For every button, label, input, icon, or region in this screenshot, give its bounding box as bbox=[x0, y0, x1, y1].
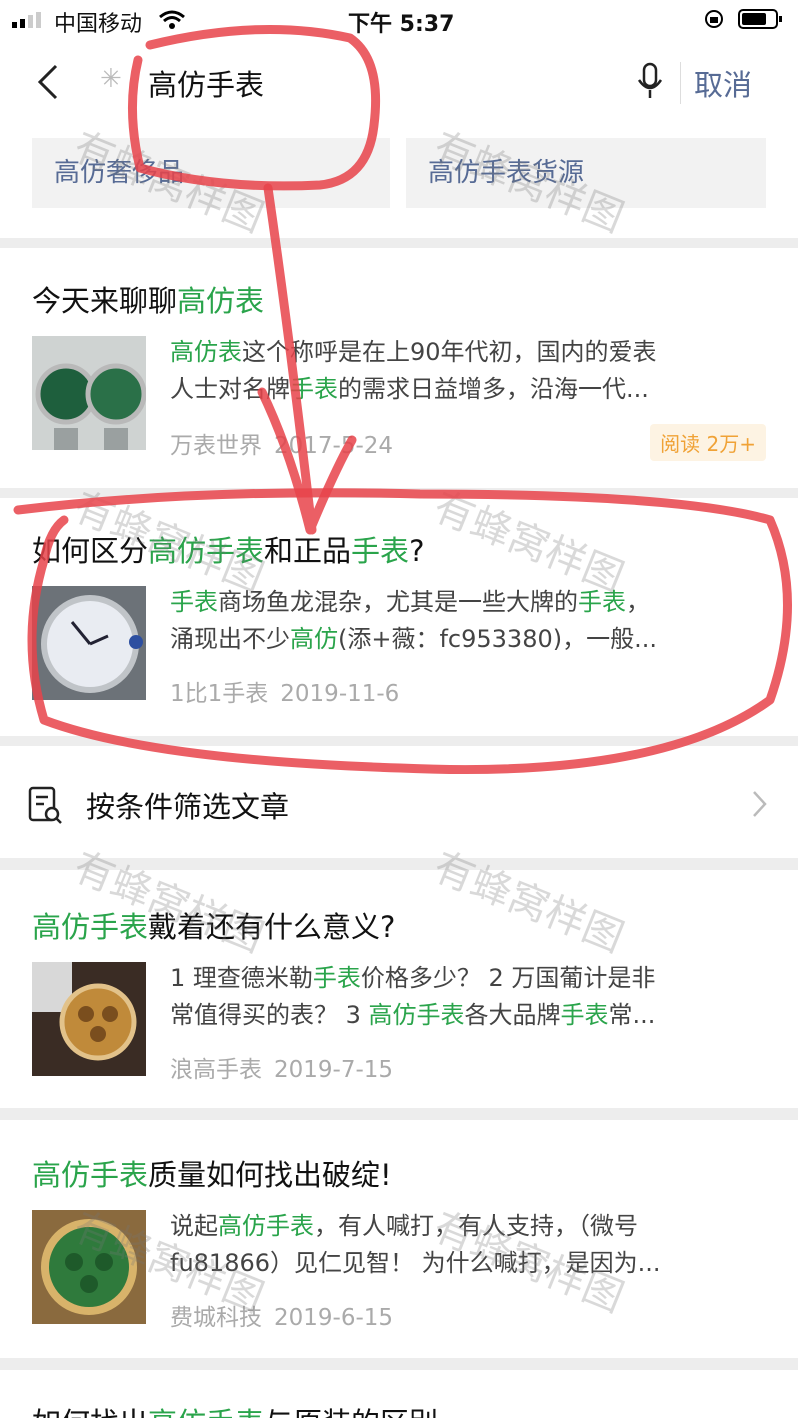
text-segment: 的需求日益增多，沿海一代... bbox=[338, 375, 649, 403]
highlighted-keyword: 手表 bbox=[578, 588, 626, 616]
highlighted-keyword: 高仿表 bbox=[170, 338, 242, 366]
back-arrow-icon[interactable] bbox=[34, 62, 62, 102]
text-segment: 商场鱼龙混杂，尤其是一些大牌的 bbox=[218, 588, 578, 616]
chevron-right-icon bbox=[753, 791, 767, 817]
battery-icon bbox=[738, 9, 782, 29]
article-snippet: 高仿表这个称呼是在上90年代初，国内的爱表人士对名牌手表的需求日益增多，沿海一代… bbox=[170, 334, 768, 408]
search-engine-icon: ✳ bbox=[100, 64, 122, 94]
highlighted-keyword: 高仿表 bbox=[177, 284, 265, 318]
highlighted-keyword: 手表 bbox=[312, 964, 361, 992]
filter-label: 按条件筛选文章 bbox=[86, 790, 290, 824]
article-snippet: 说起高仿手表，有人喊打，有人支持，（微号 fu81866）见仁见智！ 为什么喊打，… bbox=[170, 1208, 768, 1282]
carrier-name: 中国移动 bbox=[54, 12, 143, 37]
watch-image bbox=[32, 962, 146, 1076]
article-card[interactable]: 高仿手表质量如何找出破绽! 说起高仿手表，有人喊打，有人支持，（微号 fu8186… bbox=[0, 1120, 798, 1358]
text-segment: 常值得买的表？ 3 bbox=[170, 1001, 369, 1029]
article-source: 浪高手表 bbox=[170, 1057, 262, 1083]
article-card[interactable]: 如何区分高仿手表和正品手表? 手表商场鱼龙混杂，尤其是一些大牌的手表， 涌现出不少… bbox=[0, 498, 798, 736]
article-title: 如何区分高仿手表和正品手表? bbox=[32, 528, 424, 570]
text-segment: 价格多少？ 2 万国葡计是非 bbox=[360, 964, 656, 992]
highlighted-keyword: 手表 bbox=[170, 588, 218, 616]
article-date: 2019-6-15 bbox=[274, 1305, 394, 1331]
article-thumbnail bbox=[32, 962, 146, 1076]
text-segment: 如何找出 bbox=[32, 1406, 148, 1418]
rotation-lock-icon bbox=[704, 10, 723, 28]
text-segment: 各大品牌 bbox=[464, 1001, 561, 1029]
highlighted-keyword: 高仿手表 bbox=[368, 1001, 465, 1029]
watch-image bbox=[32, 1210, 146, 1324]
highlighted-keyword: 高仿手表 bbox=[148, 534, 265, 568]
wifi-icon bbox=[159, 10, 185, 29]
status-right bbox=[703, 8, 784, 30]
article-thumbnail bbox=[32, 586, 146, 700]
watch-image bbox=[32, 336, 146, 450]
article-date: 2019-11-6 bbox=[280, 681, 400, 707]
microphone-icon[interactable] bbox=[636, 62, 664, 102]
article-date: 2019-7-15 bbox=[274, 1057, 394, 1083]
article-snippet: 1 理查德米勒手表价格多少？ 2 万国葡计是非 常值得买的表？ 3 高仿手表各大品… bbox=[170, 960, 768, 1034]
text-segment: ，有人喊打，有人支持，（微号 bbox=[314, 1212, 638, 1240]
text-segment: 与原装的区别 bbox=[264, 1406, 438, 1418]
suggestion-chip[interactable]: 高仿奢侈品 bbox=[32, 138, 390, 208]
suggestion-chip[interactable]: 高仿手表货源 bbox=[406, 138, 766, 208]
related-searches: 高仿奢侈品 高仿手表货源 bbox=[0, 126, 798, 238]
article-thumbnail bbox=[32, 336, 146, 450]
read-count-badge: 阅读 2万+ bbox=[650, 424, 766, 461]
text-segment: 涌现出不少 bbox=[170, 625, 290, 653]
article-thumbnail bbox=[32, 1210, 146, 1324]
article-source: 费城科技 bbox=[170, 1305, 262, 1331]
article-source: 1比1手表 bbox=[170, 681, 269, 707]
article-snippet: 手表商场鱼龙混杂，尤其是一些大牌的手表， 涌现出不少高仿(添+薇：fc953380… bbox=[170, 584, 768, 658]
text-segment: 这个称呼是在上90年代初，国内的爱表 bbox=[242, 338, 657, 366]
article-title: 高仿手表戴着还有什么意义? bbox=[32, 904, 395, 946]
article-meta: 1比1手表 2019-11-6 bbox=[170, 674, 399, 708]
cancel-button[interactable]: 取消 bbox=[694, 62, 752, 104]
text-segment: fu81866）见仁见智！ 为什么喊打，是因为... bbox=[170, 1249, 661, 1277]
status-bar: 中国移动 下午 5:37 bbox=[0, 0, 798, 40]
signal-icon bbox=[12, 12, 41, 28]
text-segment: 说起 bbox=[170, 1212, 218, 1240]
article-card[interactable]: 今天来聊聊高仿表 高仿表这个称呼是在上90年代初，国内的爱表 人士对名牌手表的需求… bbox=[0, 248, 798, 488]
search-input[interactable]: 高仿手表 bbox=[148, 62, 264, 104]
highlighted-keyword: 高仿手表 bbox=[32, 1158, 149, 1192]
article-source: 万表世界 bbox=[170, 433, 262, 459]
article-date: 2017-5-24 bbox=[274, 433, 394, 459]
search-bar: ✳ 高仿手表 取消 bbox=[0, 40, 798, 127]
highlighted-keyword: 高仿手表 bbox=[218, 1212, 314, 1240]
article-title: 如何找出高仿手表与原装的区别 bbox=[32, 1400, 438, 1418]
highlighted-keyword: 手表 bbox=[351, 534, 410, 568]
filter-articles-row[interactable]: 按条件筛选文章 bbox=[0, 746, 798, 858]
text-segment: 今天来聊聊 bbox=[32, 284, 178, 318]
text-segment: 和正品 bbox=[264, 534, 352, 568]
highlighted-keyword: 高仿手表 bbox=[32, 910, 149, 944]
highlighted-keyword: 高仿 bbox=[290, 625, 338, 653]
status-time: 下午 5:37 bbox=[348, 12, 455, 37]
text-segment: 常... bbox=[608, 1001, 656, 1029]
article-title: 高仿手表质量如何找出破绽! bbox=[32, 1152, 392, 1194]
text-segment: 如何区分 bbox=[32, 534, 149, 568]
highlighted-keyword: 高仿手表 bbox=[148, 1406, 264, 1418]
article-meta: 万表世界 2017-5-24 bbox=[170, 426, 393, 460]
highlighted-keyword: 手表 bbox=[290, 375, 338, 403]
watch-image bbox=[32, 586, 146, 700]
article-card[interactable]: 高仿手表戴着还有什么意义? 1 理查德米勒手表价格多少？ 2 万国葡计是非 常值得… bbox=[0, 870, 798, 1108]
text-segment: (添+薇：fc953380)，一般... bbox=[338, 625, 657, 653]
divider bbox=[680, 62, 681, 104]
text-segment: ? bbox=[409, 534, 425, 568]
text-segment: 1 理查德米勒 bbox=[170, 964, 313, 992]
filter-document-icon bbox=[28, 786, 62, 824]
article-card[interactable]: 如何找出高仿手表与原装的区别 bbox=[0, 1370, 798, 1418]
text-segment: 质量如何找出破绽! bbox=[148, 1158, 392, 1192]
text-segment: 人士对名牌 bbox=[170, 375, 290, 403]
article-meta: 费城科技 2019-6-15 bbox=[170, 1298, 393, 1332]
article-meta: 浪高手表 2019-7-15 bbox=[170, 1050, 393, 1084]
text-segment: ， bbox=[626, 588, 650, 616]
article-title: 今天来聊聊高仿表 bbox=[32, 278, 264, 320]
text-segment: 戴着还有什么意义? bbox=[148, 910, 396, 944]
highlighted-keyword: 手表 bbox=[560, 1001, 609, 1029]
